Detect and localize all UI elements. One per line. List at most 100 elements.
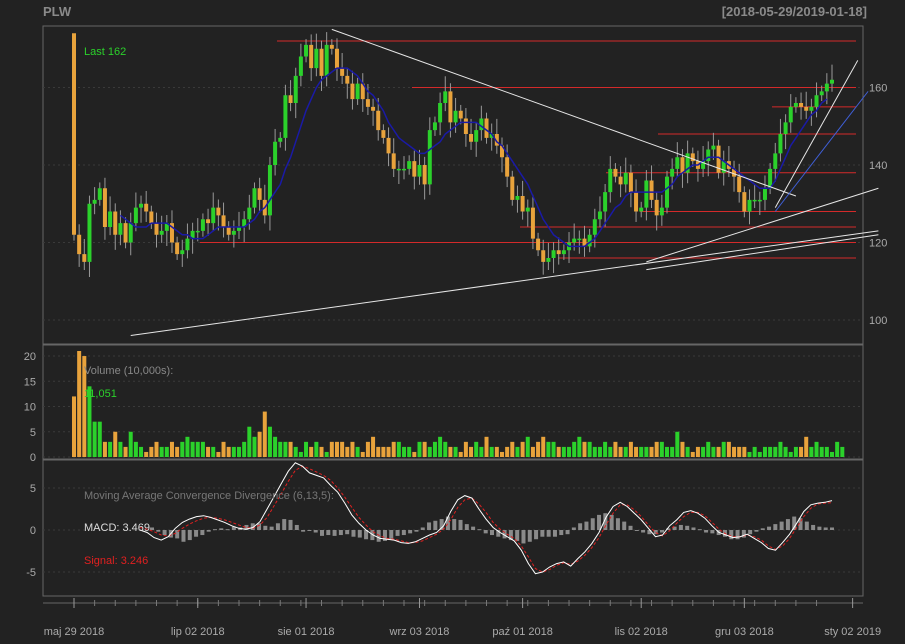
macd-histogram-bar — [389, 530, 394, 540]
candle-body — [139, 203, 144, 208]
macd-histogram-bar — [162, 530, 167, 536]
candle-body — [309, 44, 314, 69]
volume-bar — [376, 446, 381, 457]
volume-bar — [417, 441, 422, 457]
macd-histogram-bar — [225, 529, 230, 531]
candle-body — [231, 230, 236, 235]
macd-histogram-bar — [773, 524, 778, 530]
candle-body — [402, 168, 407, 171]
volume-bar — [690, 451, 695, 457]
volume-bar — [221, 441, 226, 457]
candle-body — [799, 103, 804, 107]
volume-bar — [520, 441, 525, 457]
candle-body — [422, 165, 427, 185]
candle-body — [267, 165, 272, 216]
candle-body — [520, 196, 525, 212]
candle-body — [371, 106, 376, 111]
candle-body — [133, 207, 138, 224]
macd-histogram-bar — [817, 526, 822, 530]
volume-bar — [556, 446, 561, 457]
candle-body — [288, 95, 293, 103]
macd-histogram-bar — [282, 519, 287, 530]
macd-value-label: MACD: 3.469 — [84, 522, 150, 534]
x-tick-label: lip 02 2018 — [171, 626, 225, 638]
volume-last-value: 11,051 — [84, 388, 117, 400]
candle-body — [118, 223, 123, 235]
candle-body — [376, 110, 381, 131]
macd-histogram-bar — [704, 530, 709, 533]
macd-histogram-bar — [760, 528, 765, 530]
candle-body — [603, 192, 608, 212]
volume-bar — [149, 446, 154, 457]
volume-bar — [262, 411, 267, 457]
volume-bar — [649, 446, 654, 457]
price-tick-label: 140 — [869, 160, 887, 172]
candle-body — [273, 141, 278, 165]
volume-tick-label: 5 — [30, 427, 36, 439]
candle-body — [546, 258, 551, 262]
macd-histogram-bar — [830, 527, 834, 530]
macd-histogram-bar — [200, 530, 205, 536]
candle-body — [304, 44, 309, 57]
volume-bar — [169, 441, 174, 457]
macd-histogram-bar — [332, 530, 337, 536]
volume-bar — [355, 446, 360, 457]
macd-histogram-bar — [754, 530, 759, 532]
macd-histogram-bar — [357, 530, 362, 538]
volume-bar — [365, 441, 370, 457]
candle-body — [463, 118, 468, 134]
volume-bar — [360, 451, 365, 457]
volume-bar — [113, 431, 118, 457]
volume-bar — [350, 441, 355, 457]
volume-bar — [133, 441, 138, 457]
macd-histogram-bar — [181, 530, 186, 542]
volume-bar — [515, 446, 520, 457]
volume-bar — [721, 441, 726, 457]
volume-bar — [628, 441, 633, 457]
x-tick-label: lis 02 2018 — [615, 626, 668, 638]
volume-bar — [608, 446, 613, 457]
volume-bar — [680, 441, 685, 457]
macd-histogram-bar — [779, 521, 784, 530]
volume-bar — [613, 441, 618, 457]
macd-histogram-bar — [338, 530, 343, 536]
trendline-1 — [646, 187, 879, 263]
macd-histogram-bar — [685, 525, 690, 530]
volume-bar — [97, 421, 102, 457]
macd-histogram-bar — [194, 530, 199, 537]
macd-histogram-bar — [452, 519, 457, 530]
candle-body — [283, 95, 288, 138]
volume-bar — [247, 426, 252, 457]
candle-body — [659, 207, 664, 216]
volume-bar — [804, 436, 809, 457]
volume-tick-label: 20 — [24, 351, 36, 363]
candle-body — [788, 106, 793, 123]
candle-body — [505, 157, 510, 177]
price-tick-label: 100 — [869, 315, 887, 327]
macd-histogram-bar — [326, 530, 331, 536]
volume-tick-label: 0 — [30, 452, 36, 464]
volume-bar — [314, 441, 319, 457]
macd-histogram-bar — [590, 518, 595, 530]
volume-bar — [298, 451, 303, 457]
candle-body — [742, 192, 747, 212]
macd-histogram-bar — [206, 530, 211, 532]
volume-bar — [499, 451, 504, 457]
candle-body — [747, 199, 752, 212]
volume-bar — [448, 446, 453, 457]
candle-body — [670, 168, 675, 177]
volume-bar — [304, 441, 309, 457]
volume-bar — [422, 441, 427, 457]
volume-bar — [334, 441, 339, 457]
volume-bar — [180, 441, 185, 457]
candle-body — [711, 145, 716, 150]
volume-bar — [391, 441, 396, 457]
volume-bar — [92, 421, 97, 457]
volume-bar — [273, 436, 278, 457]
volume-bar — [778, 441, 783, 457]
volume-bar — [582, 441, 587, 457]
macd-histogram-bar — [433, 520, 438, 530]
macd-histogram-bar — [414, 530, 419, 532]
macd-histogram-bar — [150, 527, 154, 530]
volume-bar — [72, 396, 76, 457]
